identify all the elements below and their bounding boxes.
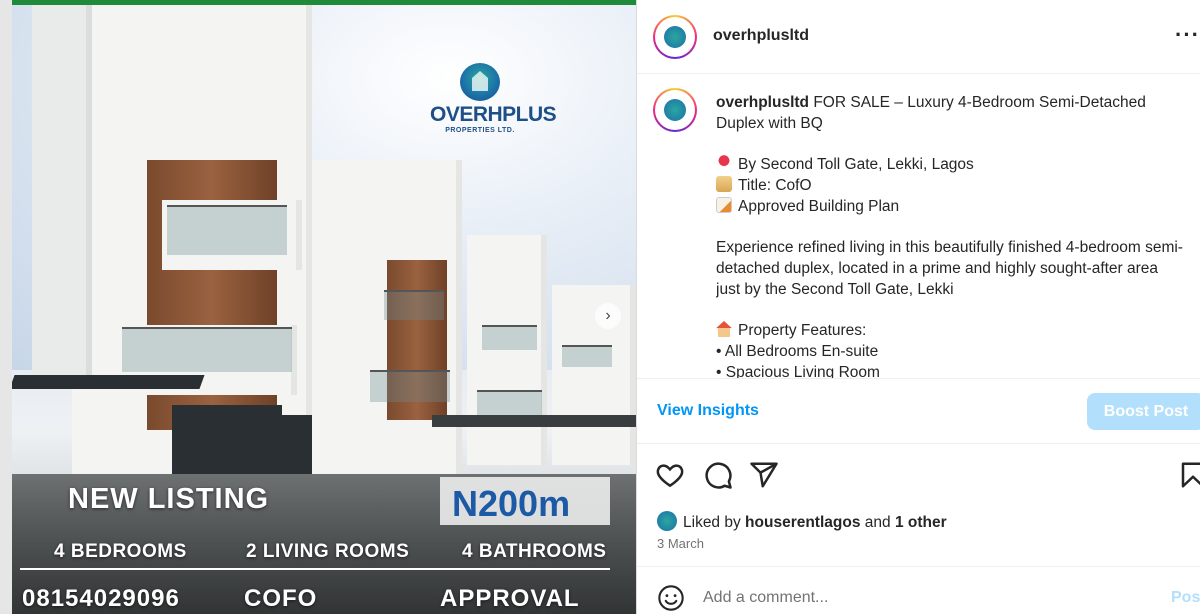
caption-feature-item: • All Bedrooms En-suite xyxy=(716,343,879,360)
window-left-border xyxy=(0,0,12,614)
approval-label: APPROVAL xyxy=(440,585,580,612)
balcony-glass-4 xyxy=(482,325,537,350)
caption-location: By Second Toll Gate, Lekki, Lagos xyxy=(738,156,974,173)
actions-divider xyxy=(637,443,1200,444)
likes-others[interactable]: 1 other xyxy=(895,514,947,531)
heart-icon[interactable] xyxy=(655,460,685,490)
new-listing-label: NEW LISTING xyxy=(68,483,270,515)
caption-title-doc: Title: CofO xyxy=(738,177,812,194)
comment-input[interactable]: Add a comment... xyxy=(703,589,828,607)
comment-icon[interactable] xyxy=(703,460,733,490)
building-side xyxy=(32,5,92,385)
comment-divider xyxy=(637,566,1200,567)
cofo-label: COFO xyxy=(244,585,318,612)
overhplus-logo: OVERHPLUS PROPERTIES LTD. xyxy=(430,63,557,134)
balcony-glass-3 xyxy=(370,370,450,402)
header-username[interactable]: overhplusltd xyxy=(713,27,809,45)
caption-features-heading: Property Features: xyxy=(738,322,867,339)
liker-username[interactable]: houserentlagos xyxy=(745,514,860,531)
share-icon[interactable] xyxy=(749,460,779,490)
caption-description: Experience refined living in this beauti… xyxy=(716,239,1183,298)
post-comment-button[interactable]: Post xyxy=(1171,589,1200,607)
building-fourth xyxy=(552,285,636,465)
balcony-glass-mid xyxy=(122,327,292,372)
window-ground xyxy=(172,405,282,485)
feature-living-rooms: 2 LIVING ROOMS xyxy=(246,541,410,562)
view-insights-link[interactable]: View Insights xyxy=(657,402,759,420)
memo-icon xyxy=(716,197,732,213)
bookmark-icon[interactable] xyxy=(1178,460,1200,490)
caption-feature-item: • Spacious Living Room xyxy=(716,364,880,378)
next-image-button[interactable]: › xyxy=(595,303,621,329)
phone-number: 08154029096 xyxy=(22,585,180,612)
logo-avatar-icon xyxy=(664,26,686,48)
building-third xyxy=(467,235,547,465)
carport-canopy xyxy=(12,375,205,389)
more-horizontal-icon[interactable]: ··· xyxy=(1175,22,1200,48)
insights-divider xyxy=(637,378,1200,379)
balcony-glass-upper xyxy=(167,205,287,255)
price-label: N200m xyxy=(452,483,571,524)
post-side-panel: overhplusltd ··· overhplusltd FOR SALE –… xyxy=(636,0,1200,614)
emoji-smile-icon[interactable] xyxy=(657,584,685,612)
likes-summary: Liked by houserentlagos and 1 other xyxy=(657,511,947,532)
caption-plan: Approved Building Plan xyxy=(738,198,900,215)
feature-bathrooms: 4 BATHROOMS xyxy=(462,541,607,562)
logo-word: OVERHPLUS xyxy=(430,103,557,126)
header-divider xyxy=(637,73,1200,74)
overlay-divider xyxy=(20,568,610,570)
liker-avatar[interactable] xyxy=(657,511,677,531)
caption-username[interactable]: overhplusltd xyxy=(716,94,809,111)
caption-text: overhplusltd FOR SALE – Luxury 4-Bedroom… xyxy=(716,92,1186,378)
header-avatar[interactable] xyxy=(653,15,697,59)
scroll-icon xyxy=(716,176,732,192)
logo-avatar-icon xyxy=(664,99,686,121)
carport-canopy-2 xyxy=(432,415,636,427)
chevron-right-icon: › xyxy=(605,307,611,324)
feature-bedrooms: 4 BEDROOMS xyxy=(54,541,187,562)
balcony-glass-5 xyxy=(477,390,542,415)
balcony-glass-6 xyxy=(562,345,612,367)
logo-sub: PROPERTIES LTD. xyxy=(445,127,515,134)
logo-mark-icon xyxy=(460,63,500,101)
post-image[interactable]: OVERHPLUS PROPERTIES LTD. NEW LISTING N2… xyxy=(12,5,636,614)
pin-icon xyxy=(716,155,732,171)
house-icon xyxy=(716,321,732,337)
caption-avatar[interactable] xyxy=(653,88,697,132)
instagram-post-view: OVERHPLUS PROPERTIES LTD. NEW LISTING N2… xyxy=(0,0,1200,614)
balcony-glass-2 xyxy=(384,290,444,320)
tower-2 xyxy=(382,195,462,255)
liked-by-prefix: Liked by xyxy=(683,514,741,531)
boost-post-button[interactable]: Boost Post xyxy=(1087,393,1200,430)
likes-and: and xyxy=(864,514,891,531)
post-date[interactable]: 3 March xyxy=(657,536,704,551)
